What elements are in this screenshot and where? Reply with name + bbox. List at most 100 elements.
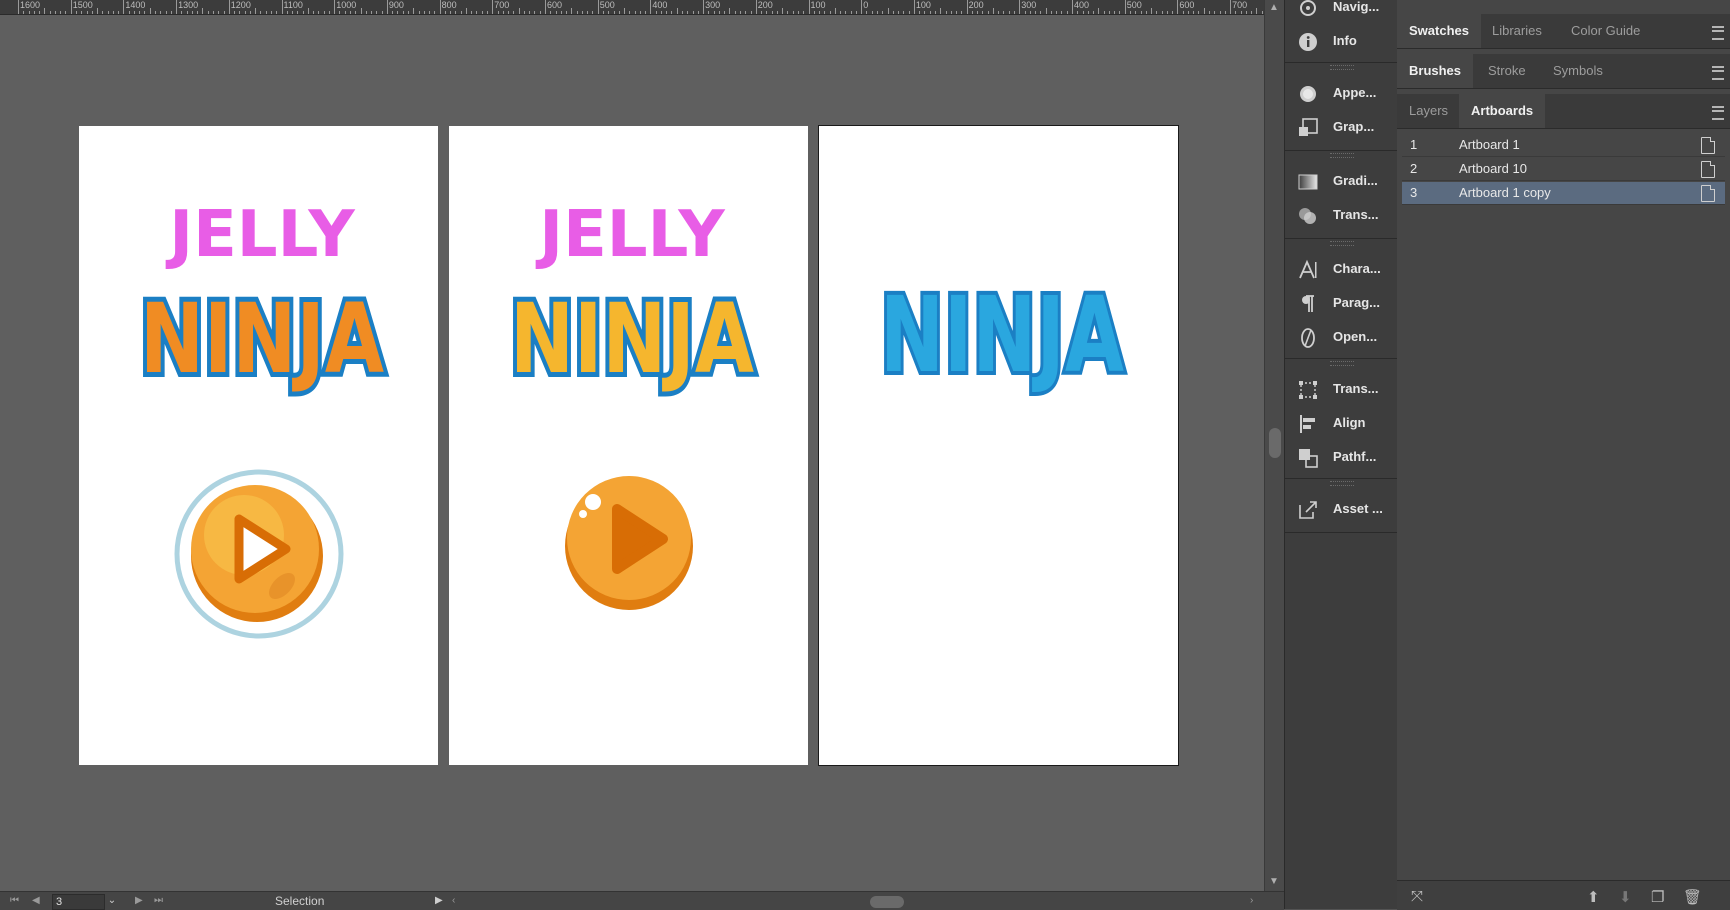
dock-item-graphic-styles[interactable]: Grap... [1285,112,1397,142]
tab-layers[interactable]: Layers [1397,94,1460,128]
dock-item-info[interactable]: Info [1285,26,1397,56]
artboard-row-selected[interactable]: 3 Artboard 1 copy [1402,182,1725,205]
artboard-3[interactable]: NINJA [818,125,1179,766]
status-menu-arrow-icon[interactable]: ▶ [435,892,443,910]
ruler-minor-tick [513,11,515,14]
ruler-minor-tick [1035,11,1037,14]
rearrange-artboards-icon[interactable]: ⤧ [1411,888,1423,905]
artboard-row-name[interactable]: Artboard 1 [1459,134,1520,156]
play-button-flat[interactable] [559,474,699,614]
ruler-minor-tick [624,8,626,14]
new-artboard-icon[interactable]: ❐ [1651,888,1664,906]
ruler-minor-tick [465,8,467,14]
play-button-large[interactable] [174,469,344,639]
dock-item-paragraph[interactable]: Parag... [1285,288,1397,318]
vertical-scroll-thumb[interactable] [1269,428,1281,458]
dock-item-gradient[interactable]: Gradi... [1285,166,1397,196]
tab-symbols[interactable]: Symbols [1541,54,1615,88]
artboard-row[interactable]: 1 Artboard 1 [1402,134,1725,157]
horizontal-scrollbar[interactable]: ‹ › [450,894,1260,908]
tab-color-guide[interactable]: Color Guide [1559,14,1652,48]
ruler-minor-tick [613,11,615,14]
tab-stroke[interactable]: Stroke [1476,54,1538,88]
ruler-tick [439,0,441,14]
dock-grip[interactable] [1330,241,1354,246]
document-canvas[interactable]: 1600 1500 1400 1300 1200 1100 1000 900 800 700 600… [0,0,1264,891]
panel-menu-icon[interactable] [1712,106,1724,120]
artboard-row-name[interactable]: Artboard 1 copy [1459,182,1551,204]
delete-artboard-icon[interactable]: 🗑 [1683,888,1702,906]
dock-grip[interactable] [1330,481,1354,486]
jelly-ninja-logo[interactable]: JELLY NINJA [449,126,808,765]
dock-item-character[interactable]: Chara... [1285,254,1397,284]
ruler-tick [1019,0,1021,14]
ruler-minor-tick [929,11,931,14]
vertical-scrollbar[interactable]: ▲ ▼ [1264,0,1285,891]
illustrator-window: 1600 1500 1400 1300 1200 1100 1000 900 800 700 600… [0,0,1730,910]
next-artboard-icon[interactable]: ▶ [135,892,143,910]
previous-artboard-icon[interactable]: ◀ [32,892,40,910]
dock-grip[interactable] [1330,361,1354,366]
scroll-right-icon[interactable]: › [1250,892,1253,910]
jelly-ninja-logo[interactable]: JELLY NINJA [79,126,438,765]
panel-menu-icon[interactable] [1712,66,1724,80]
artboard-row-number: 2 [1410,161,1418,176]
dock-item-pathfinder[interactable]: Pathf... [1285,442,1397,472]
tab-artboards[interactable]: Artboards [1459,94,1546,128]
last-artboard-icon[interactable]: ⏭ [154,892,163,910]
dock-item-asset-export[interactable]: Asset ... [1285,494,1397,524]
dock-item-transparency[interactable]: Trans... [1285,200,1397,230]
ruler-minor-tick [924,11,926,14]
dock-item-align[interactable]: Align [1285,408,1397,438]
scroll-down-icon[interactable]: ▼ [1269,876,1279,887]
artboard-options-icon[interactable] [1701,185,1715,202]
move-down-icon[interactable]: ⬇ [1619,888,1632,906]
tab-libraries[interactable]: Libraries [1480,14,1554,48]
ruler-label: 700 [494,0,510,10]
dock-item-navigator[interactable]: Navig... [1285,0,1397,22]
artboard-row[interactable]: 2 Artboard 10 [1402,158,1725,181]
artboard-row-name[interactable]: Artboard 10 [1459,158,1527,180]
tab-brushes[interactable]: Brushes [1397,54,1474,88]
ruler-minor-tick [28,11,30,14]
artboard-dropdown-icon[interactable]: ⌄ [104,894,120,908]
ruler-minor-tick [1240,11,1242,14]
move-up-icon[interactable]: ⬆ [1587,888,1600,906]
scroll-up-icon[interactable]: ▲ [1269,2,1279,13]
ruler-minor-tick [407,11,409,14]
scroll-left-icon[interactable]: ‹ [452,892,455,910]
dock-item-transform[interactable]: Trans... [1285,374,1397,404]
ruler-minor-tick [44,8,46,14]
ninja-logo-blue[interactable]: NINJA [819,126,1178,765]
ruler-minor-tick [956,11,958,14]
ruler-minor-tick [223,11,225,14]
ruler-minor-tick [898,11,900,14]
artboard-options-icon[interactable] [1701,137,1715,154]
ruler-tick [913,0,915,14]
ruler-minor-tick [265,11,267,14]
ruler-minor-tick [1129,11,1131,14]
dock-grip[interactable] [1330,153,1354,158]
ruler-minor-tick [307,8,309,14]
ruler-minor-tick [328,11,330,14]
ruler-minor-tick [629,11,631,14]
panel-menu-icon[interactable] [1712,26,1724,40]
artboard-options-icon[interactable] [1701,161,1715,178]
artboard-1[interactable]: JELLY NINJA [79,126,438,765]
collapsed-panel-dock: Navig... Info Appe... Grap... Gradi... T… [1284,0,1398,909]
appearance-icon [1300,86,1316,102]
ruler-minor-tick [423,11,425,14]
horizontal-scroll-thumb[interactable] [870,896,904,908]
first-artboard-icon[interactable]: ⏮ [10,892,19,910]
dock-item-opentype[interactable]: Open... [1285,322,1397,352]
artboard-row-number: 1 [1410,137,1418,152]
artboard-2[interactable]: JELLY NINJA [449,126,808,765]
dock-item-appearance[interactable]: Appe... [1285,78,1397,108]
tab-swatches[interactable]: Swatches [1397,14,1481,48]
ruler-minor-tick [887,8,889,14]
horizontal-ruler[interactable]: 1600 1500 1400 1300 1200 1100 1000 900 800 700 600… [0,0,1264,15]
ruler-minor-tick [1050,11,1052,14]
dock-grip[interactable] [1330,65,1354,70]
ruler-minor-tick [460,11,462,14]
artboard-number-field[interactable]: 3 [52,894,105,910]
